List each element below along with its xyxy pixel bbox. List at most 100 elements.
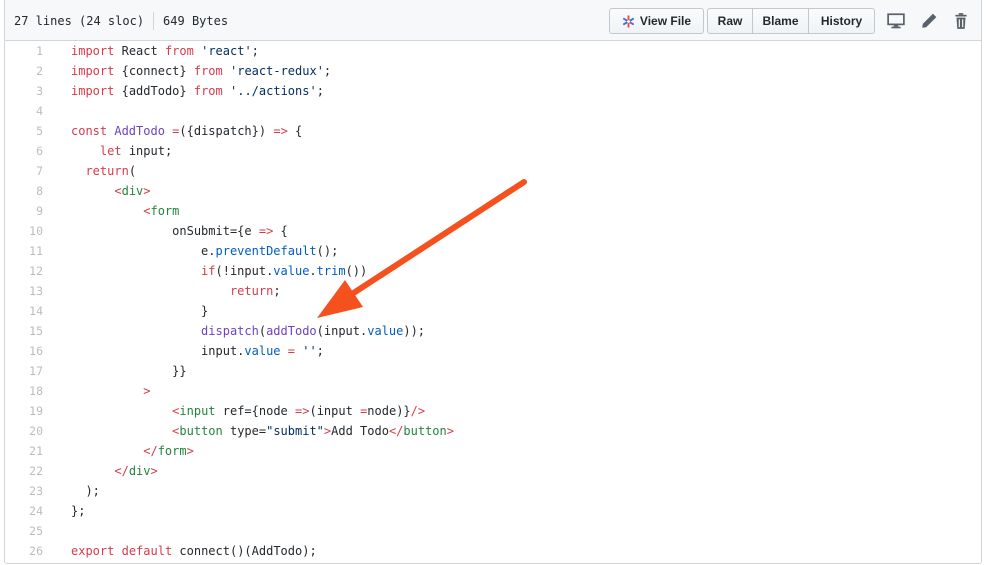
- line-number[interactable]: 12: [5, 261, 43, 281]
- file-info: 27 lines (24 sloc) 649 Bytes: [14, 12, 228, 30]
- code-token: from: [193, 84, 223, 98]
- code-token: ;: [316, 344, 324, 358]
- code-token: (: [258, 324, 267, 338]
- code-line: 20 <button type="submit">Add Todo</butto…: [5, 421, 981, 441]
- line-number[interactable]: 1: [5, 41, 43, 61]
- code-token: import: [71, 64, 115, 78]
- raw-button[interactable]: Raw: [707, 8, 753, 34]
- code-token: ;: [273, 284, 281, 298]
- line-content: </div>: [71, 461, 158, 481]
- code-token: node)}: [367, 404, 411, 418]
- line-number[interactable]: 17: [5, 361, 43, 381]
- line-number[interactable]: 18: [5, 381, 43, 401]
- line-number[interactable]: 25: [5, 521, 43, 541]
- line-number[interactable]: 22: [5, 461, 43, 481]
- code-token: {e: [237, 224, 252, 238]
- line-count: 27 lines (24 sloc): [14, 14, 145, 28]
- blame-button[interactable]: Blame: [752, 8, 809, 34]
- code-token: const: [71, 124, 108, 138]
- history-button[interactable]: History: [808, 8, 875, 34]
- code-token: }: [71, 304, 209, 318]
- code-token: (input.: [316, 324, 368, 338]
- code-line: 8 <div>: [5, 181, 981, 201]
- line-number[interactable]: 8: [5, 181, 43, 201]
- code-token: "submit": [266, 424, 324, 438]
- code-token: >: [150, 464, 158, 478]
- view-file-button[interactable]: View File: [609, 8, 704, 34]
- code-token: form: [157, 444, 187, 458]
- line-number[interactable]: 15: [5, 321, 43, 341]
- code-token: ;: [323, 64, 332, 78]
- code-token: from: [193, 64, 223, 78]
- line-content: export default connect()(AddTodo);: [71, 541, 317, 561]
- code-token: addTodo: [266, 324, 317, 338]
- code-token: ref=: [222, 404, 252, 418]
- file-view: 27 lines (24 sloc) 649 Bytes View File R…: [4, 0, 982, 564]
- trash-icon[interactable]: [952, 12, 970, 30]
- code-token: =>: [273, 124, 288, 138]
- line-number[interactable]: 23: [5, 481, 43, 501]
- line-content: <button type="submit">Add Todo</button>: [71, 421, 454, 441]
- line-number[interactable]: 26: [5, 541, 43, 561]
- code-token: connect()(AddTodo);: [179, 544, 317, 558]
- code-view: 1 import React from 'react'; 2 import {conn…: [5, 41, 981, 561]
- line-number[interactable]: 3: [5, 81, 43, 101]
- code-token: export: [71, 544, 115, 558]
- line-content: </form>: [71, 441, 194, 461]
- line-number[interactable]: 21: [5, 441, 43, 461]
- line-content: onSubmit={e => {: [71, 221, 288, 241]
- line-number[interactable]: 24: [5, 501, 43, 521]
- code-line: 6 let input;: [5, 141, 981, 161]
- code-token: {addTodo}: [121, 84, 187, 98]
- line-number[interactable]: 13: [5, 281, 43, 301]
- code-line: 3 import {addTodo} from '../actions';: [5, 81, 981, 101]
- pencil-icon[interactable]: [920, 12, 938, 30]
- line-number[interactable]: 7: [5, 161, 43, 181]
- code-token: Add Todo: [331, 424, 389, 438]
- file-header: 27 lines (24 sloc) 649 Bytes View File R…: [5, 0, 981, 41]
- line-number[interactable]: 11: [5, 241, 43, 261]
- code-token: (!input.: [215, 264, 274, 278]
- code-token: {: [295, 124, 303, 138]
- code-line: 21 </form>: [5, 441, 981, 461]
- code-token: preventDefault: [215, 244, 317, 258]
- desktop-icon[interactable]: [887, 12, 905, 30]
- code-line: 4: [5, 101, 981, 121]
- code-line: 25: [5, 521, 981, 541]
- blame-label: Blame: [762, 14, 799, 28]
- code-token: return: [229, 284, 274, 298]
- code-line: 19 <input ref={node =>(input =node)}/>: [5, 401, 981, 421]
- line-number[interactable]: 2: [5, 61, 43, 81]
- line-number[interactable]: 6: [5, 141, 43, 161]
- line-number[interactable]: 4: [5, 101, 43, 121]
- code-token: value: [244, 344, 281, 358]
- line-content: const AddTodo =({dispatch}) => {: [71, 121, 302, 141]
- code-token: button: [179, 424, 223, 438]
- code-token: }}: [71, 364, 187, 378]
- code-token: ));: [403, 324, 426, 338]
- code-token: input;: [128, 144, 173, 158]
- code-token: dispatch: [201, 324, 259, 338]
- code-token: =>: [258, 224, 274, 238]
- code-token: div: [121, 184, 144, 198]
- code-token: </: [388, 424, 404, 438]
- line-content: e.preventDefault();: [71, 241, 338, 261]
- line-number[interactable]: 10: [5, 221, 43, 241]
- line-number[interactable]: 5: [5, 121, 43, 141]
- code-token: </: [143, 444, 158, 458]
- code-token: };: [71, 504, 86, 518]
- line-number[interactable]: 20: [5, 421, 43, 441]
- line-number[interactable]: 19: [5, 401, 43, 421]
- code-token: ()): [345, 264, 368, 278]
- line-number[interactable]: 14: [5, 301, 43, 321]
- line-content: }}: [71, 361, 187, 381]
- line-content: >: [71, 381, 150, 401]
- line-number[interactable]: 16: [5, 341, 43, 361]
- line-number[interactable]: 9: [5, 201, 43, 221]
